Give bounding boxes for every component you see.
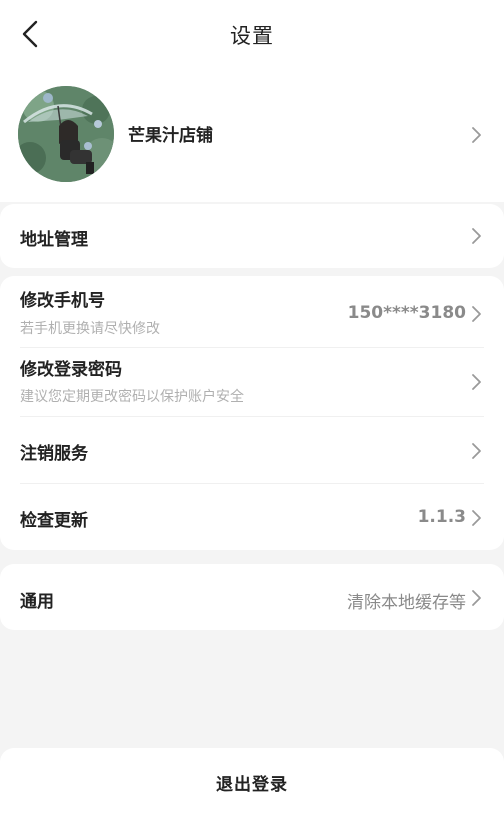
chevron-right-icon <box>470 373 482 391</box>
change-password-row[interactable]: 修改登录密码 建议您定期更改密码以保护账户安全 <box>0 348 504 416</box>
page-title: 设置 <box>230 24 274 48</box>
avatar <box>18 86 114 182</box>
change-password-label: 修改登录密码 <box>20 360 122 380</box>
chevron-right-icon <box>470 589 482 607</box>
address-management-label: 地址管理 <box>20 230 88 250</box>
change-phone-label: 修改手机号 <box>20 291 105 311</box>
settings-screen: 设置 芒果汁店铺 地址管理 修改手机号 若手机更换请尽快修改 150****31… <box>0 0 504 817</box>
chevron-right-icon <box>470 126 482 144</box>
version-value: 1.1.3 <box>417 507 466 527</box>
logout-button[interactable]: 退出登录 <box>0 748 504 817</box>
general-card: 通用 清除本地缓存等 <box>0 564 504 630</box>
change-phone-hint: 若手机更换请尽快修改 <box>20 321 160 337</box>
cancel-service-label: 注销服务 <box>20 444 88 464</box>
clear-cache-value: 清除本地缓存等 <box>347 593 466 613</box>
check-update-label: 检查更新 <box>20 511 88 531</box>
logout-label: 退出登录 <box>216 775 288 795</box>
shop-name: 芒果汁店铺 <box>128 126 213 146</box>
chevron-right-icon <box>470 442 482 460</box>
check-update-row[interactable]: 检查更新 1.1.3 <box>0 484 504 550</box>
phone-number-value: 150****3180 <box>347 303 466 323</box>
general-row[interactable]: 通用 清除本地缓存等 <box>0 564 504 630</box>
header-bar: 设置 <box>0 0 504 72</box>
address-card: 地址管理 <box>0 204 504 268</box>
account-card: 修改手机号 若手机更换请尽快修改 150****3180 修改登录密码 建议您定… <box>0 276 504 550</box>
chevron-right-icon <box>470 305 482 323</box>
address-management-row[interactable]: 地址管理 <box>0 204 504 268</box>
chevron-right-icon <box>470 509 482 527</box>
chevron-right-icon <box>470 227 482 245</box>
general-label: 通用 <box>20 592 54 612</box>
change-phone-row[interactable]: 修改手机号 若手机更换请尽快修改 150****3180 <box>0 276 504 346</box>
profile-row[interactable]: 芒果汁店铺 <box>0 72 504 202</box>
change-password-hint: 建议您定期更改密码以保护账户安全 <box>20 389 244 405</box>
cancel-service-row[interactable]: 注销服务 <box>0 417 504 483</box>
